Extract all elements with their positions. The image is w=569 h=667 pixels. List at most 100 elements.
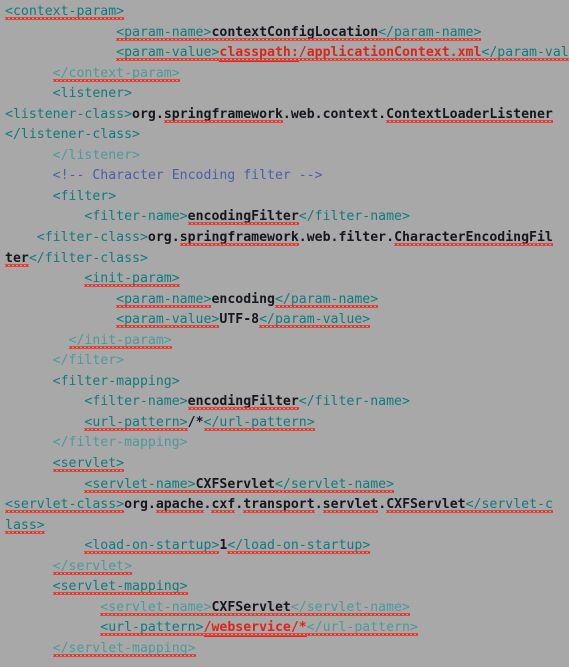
xml-tag: <filter> [52,188,117,204]
code-line[interactable]: <servlet> [0,454,569,475]
code-line[interactable]: <listener-class>org.springframework.web.… [0,105,569,126]
xml-tag: <filter-mapping> [52,373,180,389]
code-line[interactable]: <param-value>classpath:/applicationConte… [0,43,569,64]
xml-text: contextConfigLocation [211,24,379,40]
xml-value-highlighted: /applicationContext. [298,45,458,61]
xml-tag: </load-on-startup> [227,538,371,554]
code-line[interactable]: </listener-class> [0,125,569,146]
xml-tag: <param-value> [116,312,220,328]
xml-tag: </servlet-c [465,497,553,513]
xml-text: cxf [211,497,236,513]
code-line[interactable]: <url-pattern>/webservice/*</url-pattern> [0,618,569,639]
code-line[interactable]: </context-param> [0,64,569,85]
code-line[interactable]: </servlet> [0,557,569,578]
xml-tag: </filter-name> [298,209,410,225]
code-line[interactable]: </servlet-mapping> [0,639,569,660]
xml-text: springframework [163,106,283,122]
xml-tag: <filter-class> [36,230,148,246]
xml-text: encodingFilter [187,209,299,225]
xml-text: springframework [179,230,299,246]
xml-tag: </context-param> [52,65,180,81]
code-line[interactable]: <init-param> [0,269,569,290]
code-line[interactable]: </filter-mapping> [0,433,569,454]
code-line[interactable]: <filter-name>encodingFilter</filter-name… [0,392,569,413]
xml-text: UTF-8 [219,312,260,328]
code-line[interactable]: ter</filter-class> [0,249,569,270]
code-line[interactable]: <param-name>contextConfigLocation</param… [0,23,569,44]
xml-tag: </param-value> [259,312,371,328]
xml-tag: </url-pattern> [203,414,315,430]
xml-tag: <servlet-name> [100,599,212,615]
xml-text: .web.filter. [298,230,395,246]
code-line[interactable]: <filter-class>org.springframework.web.fi… [0,228,569,249]
xml-text: encodingFilter [187,394,299,410]
code-line[interactable]: <filter> [0,187,569,208]
xml-tag: <url-pattern> [100,620,204,636]
xml-tag: </servlet> [52,558,133,574]
code-line[interactable]: <servlet-mapping> [0,577,569,598]
xml-tag: <param-name> [116,291,212,307]
xml-code-view[interactable]: <context-param> <param-name>contextConfi… [0,0,569,667]
xml-text: encoding [211,291,275,307]
code-line[interactable]: <load-on-startup>1</load-on-startup> [0,536,569,557]
xml-tag: </servlet-mapping> [52,640,196,656]
code-line[interactable]: <url-pattern>/*</url-pattern> [0,413,569,434]
xml-tag: <listener> [52,86,133,102]
xml-tag: </listener-class> [5,127,140,143]
xml-text: CXFServlet [386,497,466,513]
xml-tag: </param-value> [481,45,569,60]
xml-text: org. [124,497,156,513]
xml-text: CXFServlet [211,599,291,615]
xml-value-highlighted: /webservice/* [203,620,307,636]
xml-tag: <servlet-mapping> [52,579,188,595]
xml-tag: </filter> [52,353,125,369]
xml-tag: <context-param> [5,4,125,19]
code-line[interactable]: <servlet-name>CXFServlet</servlet-name> [0,475,569,496]
code-line[interactable]: <param-value>UTF-8</param-value> [0,310,569,331]
xml-text: .web.context. [282,106,387,122]
xml-text: . [314,497,323,513]
xml-tag: <servlet> [52,456,125,472]
xml-text: org. [147,230,180,246]
xml-tag: <listener-class> [5,106,133,122]
code-line[interactable]: <servlet-class>org.apache.cxf.transport.… [0,495,569,516]
code-line[interactable]: <context-param> [0,2,569,23]
code-line[interactable]: </filter> [0,351,569,372]
xml-text: ter [5,250,29,266]
xml-tag: </servlet-name> [290,599,410,615]
code-line[interactable]: <listener> [0,84,569,105]
code-line[interactable]: <filter-mapping> [0,372,569,393]
xml-value-highlighted: classpath: [219,45,299,61]
xml-tag: </filter-mapping> [52,435,188,451]
xml-tag: <load-on-startup> [84,538,220,554]
code-line[interactable]: </listener> [0,146,569,167]
code-line[interactable]: </init-param> [0,331,569,352]
code-line[interactable]: <!-- Character Encoding filter --> [0,166,569,187]
xml-text: ContextLoaderListener [386,106,553,122]
xml-tag: </listener> [52,147,140,163]
code-line[interactable]: <filter-name>encodingFilter</filter-name… [0,207,569,228]
code-line[interactable]: <param-name>encoding</param-name> [0,290,569,311]
code-line[interactable]: <servlet-name>CXFServlet</servlet-name> [0,598,569,619]
code-line[interactable]: lass> [0,516,569,537]
xml-text: . [378,497,387,513]
